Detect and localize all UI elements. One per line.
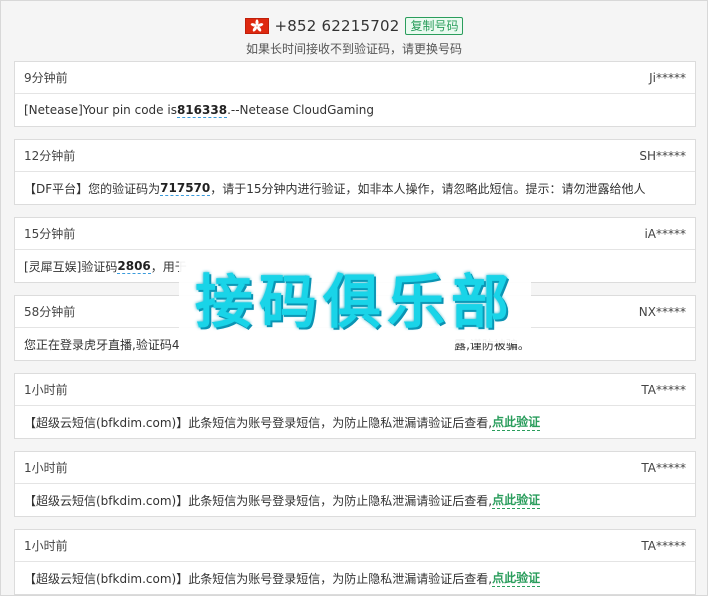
hong-kong-flag-icon xyxy=(244,18,269,34)
watermark-overlay: 接码俱乐部 xyxy=(179,251,531,343)
message-sender: TA***** xyxy=(641,538,686,553)
message-time: 12分钟前 xyxy=(24,149,76,163)
message-sender: iA***** xyxy=(644,226,686,241)
message-header: 15分钟前 iA***** xyxy=(15,218,695,250)
message-card: 9分钟前 Ji***** [Netease]Your pin code is 8… xyxy=(14,61,696,127)
message-sender: Ji***** xyxy=(649,70,686,85)
message-header: 1小时前 TA***** xyxy=(15,374,695,406)
message-text: [灵犀互娱]验证码 xyxy=(24,259,118,274)
verify-link[interactable]: 点此验证 xyxy=(492,491,541,509)
message-text: 您正在登录虎牙直播,验证码4 xyxy=(24,337,180,352)
page-header: +852 62215702 复制号码 如果长时间接收不到验证码，请更换号码 xyxy=(1,1,707,61)
verification-code[interactable]: 717570 xyxy=(160,181,211,196)
message-time: 1小时前 xyxy=(24,539,68,553)
message-header: 1小时前 TA***** xyxy=(15,452,695,484)
message-text: [Netease]Your pin code is xyxy=(24,103,177,117)
message-text: 【超级云短信(bfkdim.com)】此条短信为账号登录短信，为防止隐私泄漏请验… xyxy=(24,571,493,586)
message-header: 1小时前 TA***** xyxy=(15,530,695,562)
message-text-tail: .--Netease CloudGaming xyxy=(227,103,374,117)
phone-line: +852 62215702 复制号码 xyxy=(1,15,707,37)
watermark-text: 接码俱乐部 xyxy=(194,268,515,336)
message-text: 【DF平台】您的验证码为 xyxy=(24,181,161,196)
message-header: 12分钟前 SH***** xyxy=(15,140,695,172)
message-header: 9分钟前 Ji***** xyxy=(15,62,695,94)
message-body: 【DF平台】您的验证码为 717570 ，请于15分钟内进行验证，如非本人操作，请忽… xyxy=(15,172,695,204)
message-card: 12分钟前 SH***** 【DF平台】您的验证码为 717570 ，请于15分钟内… xyxy=(14,139,696,205)
message-body: [Netease]Your pin code is 816338 .--Netea… xyxy=(15,94,695,126)
phone-number: +852 62215702 xyxy=(274,17,400,35)
message-time: 58分钟前 xyxy=(24,305,76,319)
message-sender: NX***** xyxy=(638,304,686,319)
message-text-tail: ，请于15分钟内进行验证，如非本人操作，请忽略此短信。提示：请勿泄露给他人 xyxy=(210,181,646,196)
verify-link[interactable]: 点此验证 xyxy=(492,569,541,587)
message-time: 9分钟前 xyxy=(24,71,68,85)
copy-number-button[interactable]: 复制号码 xyxy=(405,17,464,35)
message-sender: SH***** xyxy=(639,148,686,163)
message-text: 【超级云短信(bfkdim.com)】此条短信为账号登录短信，为防止隐私泄漏请验… xyxy=(24,493,493,508)
verify-link[interactable]: 点此验证 xyxy=(492,413,541,431)
change-number-tip: 如果长时间接收不到验证码，请更换号码 xyxy=(245,42,462,56)
message-body: 【超级云短信(bfkdim.com)】此条短信为账号登录短信，为防止隐私泄漏请验… xyxy=(15,562,695,594)
message-card: 1小时前 TA***** 【超级云短信(bfkdim.com)】此条短信为账号登… xyxy=(14,451,696,517)
message-body: 【超级云短信(bfkdim.com)】此条短信为账号登录短信，为防止隐私泄漏请验… xyxy=(15,484,695,516)
message-sender: TA***** xyxy=(641,460,686,475)
message-sender: TA***** xyxy=(641,382,686,397)
message-time: 1小时前 xyxy=(24,461,68,475)
message-time: 15分钟前 xyxy=(24,227,76,241)
message-body: 【超级云短信(bfkdim.com)】此条短信为账号登录短信，为防止隐私泄漏请验… xyxy=(15,406,695,438)
message-time: 1小时前 xyxy=(24,383,68,397)
message-text: 【超级云短信(bfkdim.com)】此条短信为账号登录短信，为防止隐私泄漏请验… xyxy=(24,415,493,430)
verification-code[interactable]: 2806 xyxy=(117,259,151,274)
message-card: 1小时前 TA***** 【超级云短信(bfkdim.com)】此条短信为账号登… xyxy=(14,529,696,595)
message-card: 1小时前 TA***** 【超级云短信(bfkdim.com)】此条短信为账号登… xyxy=(14,373,696,439)
verification-code[interactable]: 816338 xyxy=(176,103,228,118)
